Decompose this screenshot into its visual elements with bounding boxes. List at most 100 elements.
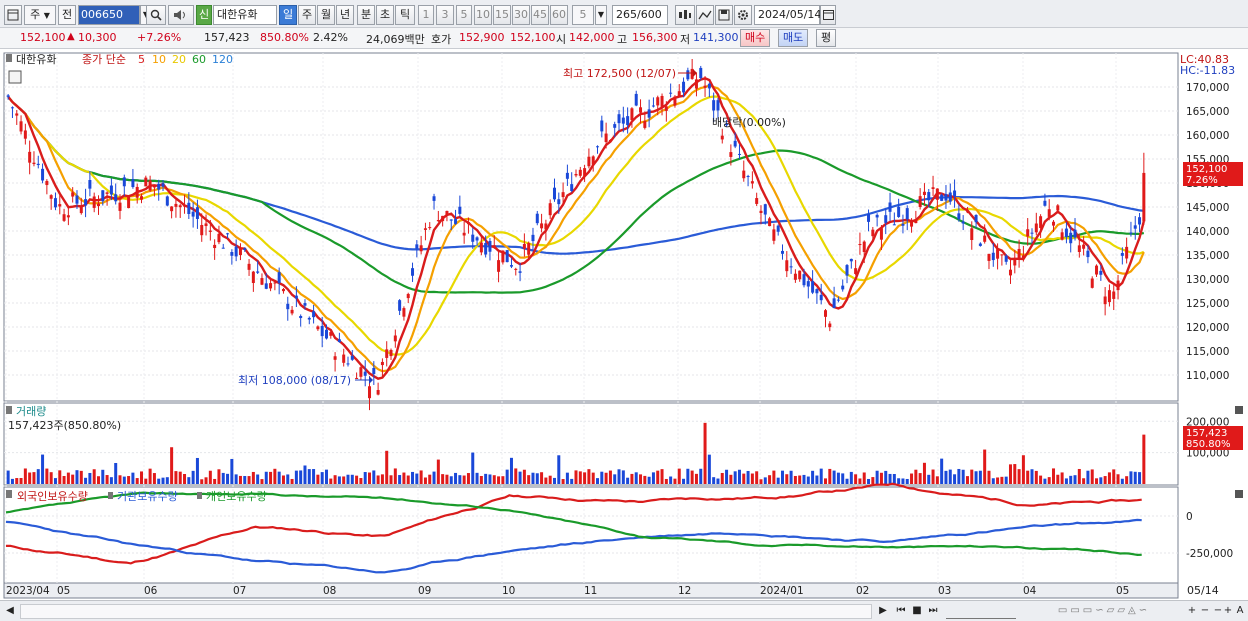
stop-icon[interactable]: ■ [910, 604, 924, 619]
candle-body [793, 273, 797, 280]
period-year-button[interactable]: 년 [336, 5, 354, 25]
candle-body [226, 233, 230, 235]
tick-dropdown-icon[interactable]: ▼ [595, 5, 607, 25]
volume-bar [755, 471, 759, 484]
volume-bar [213, 478, 217, 484]
candle-body [1030, 232, 1034, 234]
candle-body [798, 270, 802, 280]
period-tick-button[interactable]: 틱 [395, 5, 415, 25]
volume-bar [281, 475, 285, 484]
candle-body [10, 107, 14, 109]
prev-button[interactable]: 전 [58, 5, 76, 25]
minute-15-button[interactable]: 15 [493, 5, 511, 25]
scroll-left-icon[interactable]: ◀ [4, 604, 16, 619]
panel-handle-icon[interactable] [6, 54, 12, 62]
volume-bar [763, 477, 767, 484]
minute-1-button[interactable]: 1 [418, 5, 434, 25]
volume-bar [540, 472, 544, 484]
price-axis-label: 125,000 [1186, 298, 1229, 310]
minute-30-button[interactable]: 30 [512, 5, 530, 25]
save-icon[interactable] [715, 5, 733, 25]
volume-panel-handle-icon[interactable] [6, 406, 12, 414]
minute-45-button[interactable]: 45 [531, 5, 549, 25]
volume-bar [824, 478, 828, 484]
candle-body [36, 163, 40, 166]
candle-body [256, 271, 260, 273]
xaxis-label: 2023/04 [6, 585, 50, 597]
dividend-note: 배당락(0.00%) [712, 116, 786, 129]
calendar-icon[interactable] [820, 5, 836, 25]
price-axis-label: 115,000 [1186, 346, 1229, 358]
search-icon[interactable] [146, 5, 166, 25]
volume-bar [647, 476, 651, 484]
drawing-tools-icon[interactable]: ▭▭▭∽▱▱◬∽ [1024, 604, 1184, 619]
minute-10-button[interactable]: 10 [474, 5, 492, 25]
stock-name-field[interactable]: 대한유화 [213, 5, 277, 25]
stock-code-input[interactable]: 006650 [78, 5, 140, 25]
candle-body [634, 93, 638, 106]
candle-body [574, 173, 578, 176]
volume-bar [441, 474, 445, 484]
zoom-out-icon[interactable]: − [1199, 604, 1211, 619]
chart-settings-icon[interactable] [675, 5, 695, 25]
scroll-track[interactable] [20, 604, 872, 619]
zoom-plus-icon[interactable]: + [1222, 604, 1234, 619]
minute-5-button[interactable]: 5 [456, 5, 472, 25]
volume-bar [458, 475, 462, 484]
ma60-legend: 60 [192, 53, 206, 66]
zoom-in-icon[interactable]: + [1186, 604, 1198, 619]
sound-icon[interactable] [168, 5, 194, 25]
buy-button[interactable]: 매수 [740, 29, 771, 47]
candle-body [170, 206, 174, 212]
chart-area[interactable]: 170,000165,000160,000155,000150,000145,0… [0, 49, 1248, 600]
price-axis-label: 130,000 [1186, 274, 1229, 286]
text-tool-icon[interactable]: A [1234, 604, 1246, 619]
holding-panel-handle-icon[interactable] [6, 490, 12, 498]
scroll-right-icon[interactable]: ▶ [876, 604, 890, 619]
volume-panel-close-icon[interactable] [1235, 406, 1243, 414]
volume-bar [372, 470, 376, 484]
sell-button[interactable]: 매도 [778, 29, 809, 47]
rewind-icon[interactable]: ⏮ [894, 604, 908, 619]
window-menu-icon[interactable] [4, 5, 22, 25]
period-type-select[interactable]: 주 ▼ [24, 5, 56, 25]
period-month-button[interactable]: 월 [317, 5, 335, 25]
candle-body [217, 233, 221, 243]
indicator-icon[interactable] [696, 5, 714, 25]
period-second-button[interactable]: 초 [376, 5, 394, 25]
volume-bar [376, 475, 380, 484]
candle-body [355, 377, 359, 379]
volume-bar [1060, 472, 1064, 484]
minute-60-button[interactable]: 60 [550, 5, 568, 25]
count-input[interactable]: 265/600 [612, 5, 668, 25]
date-input[interactable]: 2024/05/14 [754, 5, 821, 25]
chart-canvas[interactable]: 170,000165,000160,000155,000150,000145,0… [0, 49, 1248, 600]
volume-bar [1082, 478, 1086, 484]
candle-body [905, 208, 909, 220]
volume-bar [1013, 464, 1017, 484]
candle-body [1043, 200, 1047, 206]
holding-panel-close-icon[interactable] [1235, 490, 1243, 498]
period-day-button[interactable]: 일 [279, 5, 297, 25]
volume-bar [350, 474, 354, 484]
period-type-value: 주 [30, 8, 41, 21]
candle-body [780, 250, 784, 254]
average-button[interactable]: 평 [816, 29, 837, 47]
ma120-legend: 120 [212, 53, 233, 66]
last-volume-pct: 850.80% [1186, 439, 1231, 450]
volume-bar [720, 472, 724, 484]
minute-3-button[interactable]: 3 [436, 5, 454, 25]
tick-value-input[interactable]: 5 [572, 5, 594, 25]
candle-body [557, 199, 561, 205]
gear-icon[interactable] [734, 5, 752, 25]
volume-bar [243, 475, 247, 484]
volume-bar [58, 470, 62, 484]
period-week-button[interactable]: 주 [298, 5, 316, 25]
volume-bar [466, 473, 470, 484]
period-minute-button[interactable]: 분 [357, 5, 375, 25]
grid-toggle-icon[interactable] [8, 70, 22, 84]
zoom-slider[interactable] [946, 604, 1016, 619]
chart-scrollbar[interactable]: ◀ ▶ ⏮ ■ ⏭ ▭▭▭∽▱▱◬∽ + − − + A [0, 600, 1248, 621]
fast-forward-icon[interactable]: ⏭ [926, 604, 940, 619]
volume-bar [656, 470, 660, 484]
